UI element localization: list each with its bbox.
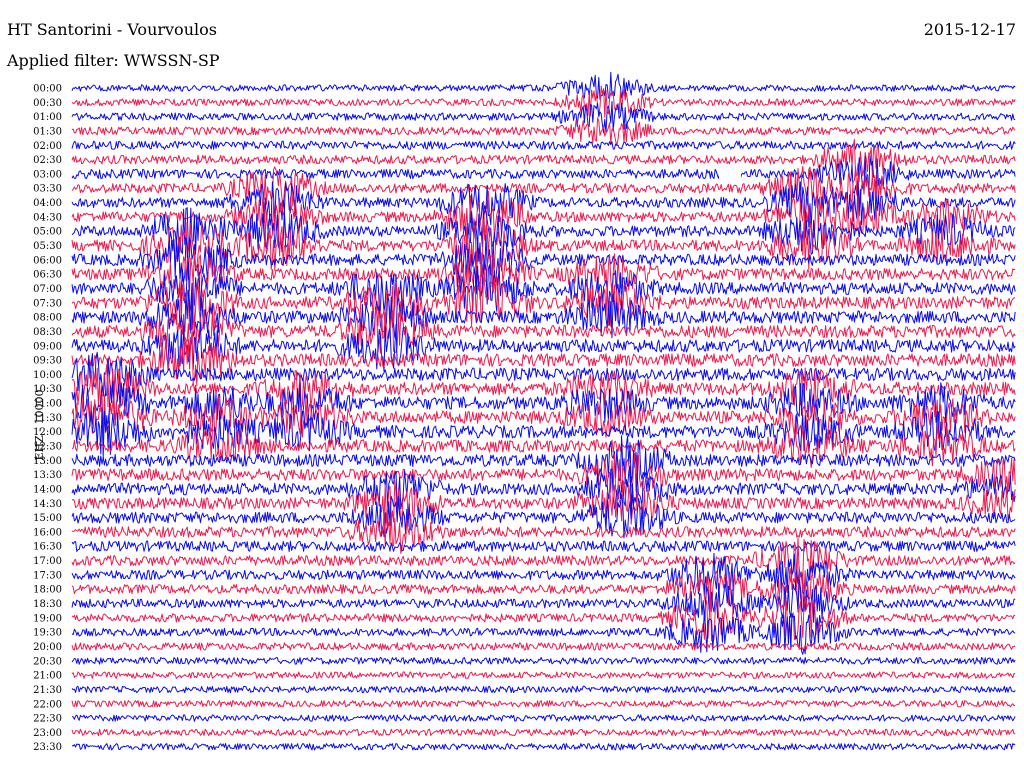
trace-line-2100 xyxy=(71,671,1016,679)
time-label-1430: 14:30 xyxy=(33,499,62,510)
time-label-1200: 12:00 xyxy=(33,427,62,438)
time-label-0030: 00:30 xyxy=(33,98,62,109)
time-label-0900: 09:00 xyxy=(33,341,62,352)
trace-line-0100 xyxy=(71,101,1016,134)
time-label-0630: 06:30 xyxy=(33,270,62,281)
time-label-0100: 01:00 xyxy=(33,112,62,123)
time-label-0400: 04:00 xyxy=(33,198,62,209)
time-label-2000: 20:00 xyxy=(33,642,62,653)
time-label-1000: 10:00 xyxy=(33,370,62,381)
trace-line-1630 xyxy=(71,540,1016,552)
time-label-2230: 22:30 xyxy=(33,714,62,725)
time-label-2330: 23:30 xyxy=(33,742,62,753)
time-label-1100: 11:00 xyxy=(33,399,62,410)
trace-line-0000 xyxy=(71,71,1016,100)
time-label-0000: 00:00 xyxy=(33,84,62,95)
time-label-group: 00:00 00:30 01:00 01:30 02:00 02:30 03:00 03:30… xyxy=(33,84,62,754)
trace-line-2330 xyxy=(71,743,1016,751)
time-label-0130: 01:30 xyxy=(33,126,62,137)
time-label-0930: 09:30 xyxy=(33,356,62,367)
time-label-1500: 15:00 xyxy=(33,513,62,524)
time-label-1800: 18:00 xyxy=(33,585,62,596)
helicorder-plot: 00:00 00:30 01:00 01:30 02:00 02:30 03:00 03:30… xyxy=(33,71,1016,754)
time-label-1130: 11:30 xyxy=(33,413,62,424)
time-label-1830: 18:30 xyxy=(33,599,62,610)
time-label-1600: 16:00 xyxy=(33,527,62,538)
time-label-0830: 08:30 xyxy=(33,327,62,338)
trace-line-2030 xyxy=(71,656,1016,665)
time-label-1730: 17:30 xyxy=(33,570,62,581)
time-label-1630: 16:30 xyxy=(33,542,62,553)
time-label-2300: 23:00 xyxy=(33,728,62,739)
time-label-0300: 03:00 xyxy=(33,169,62,180)
time-label-1900: 19:00 xyxy=(33,613,62,624)
time-label-0700: 07:00 xyxy=(33,284,62,295)
time-label-1700: 17:00 xyxy=(33,556,62,567)
time-label-2130: 21:30 xyxy=(33,685,62,696)
time-label-0530: 05:30 xyxy=(33,241,62,252)
trace-line-2200 xyxy=(71,700,1016,708)
data-gap xyxy=(719,166,741,182)
time-label-2100: 21:00 xyxy=(33,671,62,682)
time-label-1330: 13:30 xyxy=(33,470,62,481)
time-label-2200: 22:00 xyxy=(33,699,62,710)
trace-line-2000 xyxy=(71,642,1016,651)
time-label-0730: 07:30 xyxy=(33,298,62,309)
time-label-1400: 14:00 xyxy=(33,484,62,495)
time-label-1030: 10:30 xyxy=(33,384,62,395)
time-label-1230: 12:30 xyxy=(33,442,62,453)
trace-line-2230 xyxy=(71,714,1016,722)
time-label-0600: 06:00 xyxy=(33,255,62,266)
time-label-0200: 02:00 xyxy=(33,141,62,152)
time-label-0330: 03:30 xyxy=(33,184,62,195)
time-label-1930: 19:30 xyxy=(33,628,62,639)
trace-line-2130 xyxy=(71,685,1016,694)
time-label-0500: 05:00 xyxy=(33,227,62,238)
time-label-0800: 08:00 xyxy=(33,313,62,324)
time-label-1300: 13:00 xyxy=(33,456,62,467)
trace-line-2300 xyxy=(71,728,1016,737)
time-label-0430: 04:30 xyxy=(33,212,62,223)
trace-group xyxy=(71,71,1016,751)
time-label-0230: 02:30 xyxy=(33,155,62,166)
time-label-2030: 20:30 xyxy=(33,656,62,667)
